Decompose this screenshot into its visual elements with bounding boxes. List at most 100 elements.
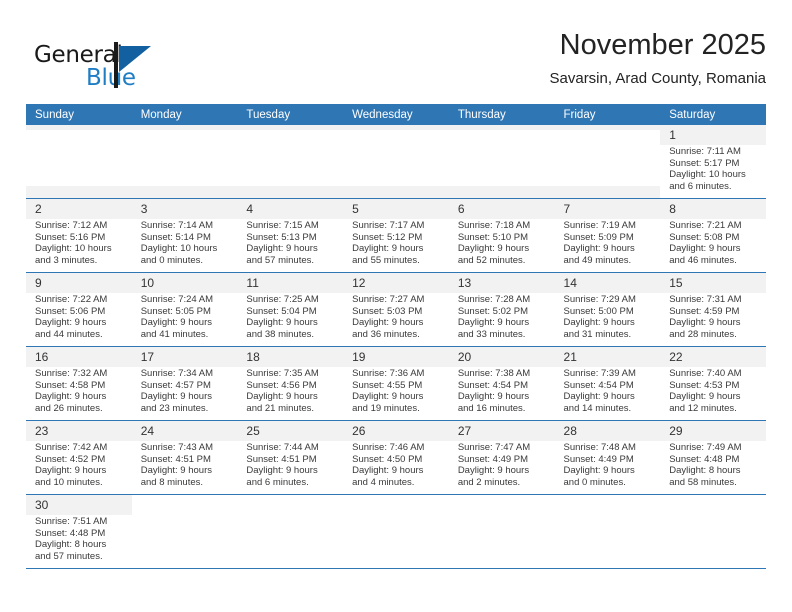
day-detail-line: Sunrise: 7:44 AM — [246, 442, 319, 453]
day-detail-line: Sunrise: 7:42 AM — [35, 442, 108, 453]
calendar-day-cell[interactable]: 22 Sunrise: 7:40 AM Sunset: 4:53 PM Dayligh… — [660, 346, 766, 423]
day-detail-line: Sunrise: 7:19 AM — [563, 220, 636, 231]
day-cell-inner — [554, 125, 661, 198]
day-detail-line: and 26 minutes. — [35, 402, 103, 414]
day-detail-line: Daylight: 9 hours — [352, 243, 424, 255]
day-detail-line: and 2 minutes. — [457, 476, 521, 488]
day-detail-line: Sunset: 4:51 PM — [246, 453, 317, 465]
day-detail-line: and 10 minutes. — [35, 476, 103, 488]
calendar-week-row: 9 Sunrise: 7:22 AM Sunset: 5:06 PM Daylight… — [26, 272, 766, 349]
title-block: November 2025 Savarsin, Arad County, Rom… — [550, 28, 767, 91]
calendar-day-cell[interactable]: 17 Sunrise: 7:34 AM Sunset: 4:57 PM Dayligh… — [131, 346, 238, 423]
day-detail-line: Sunrise: 7:14 AM — [140, 220, 214, 231]
calendar-day-cell[interactable]: 23 Sunrise: 7:42 AM Sunset: 4:52 PM Dayligh… — [26, 420, 132, 497]
day-cell-inner: 18 Sunrise: 7:35 AM Sunset: 4:56 PM Dayligh… — [237, 347, 344, 423]
day-details: Sunrise: 7:34 AM Sunset: 4:57 PM Daylight:… — [131, 367, 238, 423]
day-detail-line: and 57 minutes. — [246, 254, 315, 266]
day-detail-line: Sunset: 4:58 PM — [35, 379, 106, 391]
calendar-day-cell[interactable]: 6 Sunrise: 7:18 AM Sunset: 5:10 PM Daylight… — [448, 198, 555, 275]
calendar-day-cell[interactable]: 18 Sunrise: 7:35 AM Sunset: 4:56 PM Dayligh… — [237, 346, 344, 423]
day-details: Sunrise: 7:25 AM Sunset: 5:04 PM Daylight:… — [237, 293, 344, 349]
day-details — [554, 500, 661, 556]
calendar-day-cell[interactable]: 26 Sunrise: 7:46 AM Sunset: 4:50 PM Dayligh… — [343, 420, 449, 497]
day-detail-line: Sunrise: 7:18 AM — [457, 220, 531, 231]
day-detail-line: Sunrise: 7:15 AM — [246, 220, 319, 231]
day-number: 11 — [246, 276, 259, 290]
day-detail-line: and 6 minutes. — [669, 180, 732, 192]
calendar-empty-cell — [343, 494, 449, 569]
calendar-day-cell[interactable]: 9 Sunrise: 7:22 AM Sunset: 5:06 PM Daylight… — [26, 272, 132, 349]
day-cell-inner: 15 Sunrise: 7:31 AM Sunset: 4:59 PM Dayligh… — [660, 273, 766, 349]
calendar-day-cell[interactable]: 28 Sunrise: 7:48 AM Sunset: 4:49 PM Dayligh… — [554, 420, 661, 497]
day-number: 18 — [246, 350, 260, 364]
day-detail-line: Sunrise: 7:12 AM — [35, 220, 108, 231]
day-detail-line: Sunrise: 7:39 AM — [563, 368, 636, 379]
calendar-day-cell[interactable]: 7 Sunrise: 7:19 AM Sunset: 5:09 PM Daylight… — [554, 198, 661, 275]
calendar-day-cell[interactable]: 21 Sunrise: 7:39 AM Sunset: 4:54 PM Dayligh… — [554, 346, 661, 423]
day-details: Sunrise: 7:49 AM Sunset: 4:48 PM Daylight:… — [660, 441, 766, 497]
day-detail-line: Sunrise: 7:35 AM — [246, 368, 319, 379]
calendar-day-cell[interactable]: 10 Sunrise: 7:24 AM Sunset: 5:05 PM Dayligh… — [131, 272, 238, 349]
calendar-day-cell[interactable]: 30 Sunrise: 7:51 AM Sunset: 4:48 PM Dayligh… — [26, 494, 132, 571]
calendar-day-cell[interactable]: 29 Sunrise: 7:49 AM Sunset: 4:48 PM Dayligh… — [660, 420, 766, 497]
calendar-day-cell[interactable]: 24 Sunrise: 7:43 AM Sunset: 4:51 PM Dayligh… — [131, 420, 238, 497]
day-detail-line: and 52 minutes. — [457, 254, 526, 266]
day-detail-line: Daylight: 9 hours — [457, 465, 530, 477]
day-detail-line: Daylight: 9 hours — [352, 391, 424, 403]
day-number: 26 — [352, 424, 366, 438]
day-detail-line: and 55 minutes. — [352, 254, 420, 266]
calendar-day-cell[interactable]: 16 Sunrise: 7:32 AM Sunset: 4:58 PM Dayligh… — [26, 346, 132, 423]
calendar-day-cell[interactable]: 8 Sunrise: 7:21 AM Sunset: 5:08 PM Daylight… — [660, 198, 766, 275]
day-detail-line: Sunset: 4:53 PM — [669, 379, 740, 391]
day-cell-inner — [26, 125, 132, 198]
calendar-day-cell[interactable]: 12 Sunrise: 7:27 AM Sunset: 5:03 PM Dayligh… — [343, 272, 449, 349]
day-details: Sunrise: 7:51 AM Sunset: 4:48 PM Daylight:… — [26, 515, 132, 571]
day-detail-line: Daylight: 9 hours — [246, 317, 318, 329]
calendar-day-cell[interactable]: 11 Sunrise: 7:25 AM Sunset: 5:04 PM Dayligh… — [237, 272, 344, 349]
day-details: Sunrise: 7:39 AM Sunset: 4:54 PM Daylight:… — [554, 367, 661, 423]
day-cell-inner: 14 Sunrise: 7:29 AM Sunset: 5:00 PM Dayligh… — [554, 273, 661, 349]
day-detail-line: Sunset: 5:06 PM — [35, 305, 106, 317]
calendar-day-cell[interactable]: 15 Sunrise: 7:31 AM Sunset: 4:59 PM Dayligh… — [660, 272, 766, 349]
day-detail-line: Sunset: 5:14 PM — [140, 231, 211, 243]
calendar-day-cell[interactable]: 19 Sunrise: 7:36 AM Sunset: 4:55 PM Dayligh… — [343, 346, 449, 423]
day-number: 14 — [563, 276, 577, 290]
day-cell-inner — [237, 125, 344, 198]
day-detail-line: Sunrise: 7:46 AM — [352, 442, 425, 453]
day-detail-line: Daylight: 9 hours — [246, 465, 318, 477]
calendar-day-cell[interactable]: 14 Sunrise: 7:29 AM Sunset: 5:00 PM Dayligh… — [554, 272, 661, 349]
day-detail-line: and 49 minutes. — [563, 254, 632, 266]
calendar-week-row: 16 Sunrise: 7:32 AM Sunset: 4:58 PM Dayligh… — [26, 346, 766, 423]
generalblue-logo[interactable]: General Blue — [26, 32, 216, 92]
day-detail-line: Sunrise: 7:51 AM — [35, 516, 108, 527]
calendar-day-cell[interactable]: 20 Sunrise: 7:38 AM Sunset: 4:54 PM Dayligh… — [448, 346, 555, 423]
day-details: Sunrise: 7:48 AM Sunset: 4:49 PM Daylight:… — [554, 441, 661, 497]
day-detail-line: Daylight: 9 hours — [563, 317, 635, 329]
day-cell-inner: 27 Sunrise: 7:47 AM Sunset: 4:49 PM Dayligh… — [448, 421, 555, 497]
calendar-day-cell[interactable]: 2 Sunrise: 7:12 AM Sunset: 5:16 PM Daylight… — [26, 198, 132, 275]
calendar-day-cell[interactable]: 25 Sunrise: 7:44 AM Sunset: 4:51 PM Dayligh… — [237, 420, 344, 497]
calendar-empty-cell — [343, 125, 449, 199]
calendar-day-cell[interactable]: 4 Sunrise: 7:15 AM Sunset: 5:13 PM Daylight… — [237, 198, 344, 275]
calendar-week-row: 23 Sunrise: 7:42 AM Sunset: 4:52 PM Dayligh… — [26, 420, 766, 497]
day-number: 13 — [457, 276, 472, 290]
calendar-empty-cell — [237, 494, 344, 569]
day-details: Sunrise: 7:17 AM Sunset: 5:12 PM Daylight:… — [343, 219, 449, 275]
calendar-day-cell[interactable]: 5 Sunrise: 7:17 AM Sunset: 5:12 PM Daylight… — [343, 198, 449, 275]
day-details — [554, 130, 661, 186]
day-details — [448, 500, 555, 556]
calendar-day-cell[interactable]: 3 Sunrise: 7:14 AM Sunset: 5:14 PM Daylight… — [131, 198, 238, 275]
day-number: 27 — [457, 424, 472, 438]
day-number: 9 — [35, 276, 42, 290]
day-number: 6 — [457, 202, 465, 216]
day-detail-line: and 41 minutes. — [140, 328, 209, 340]
day-detail-line: Daylight: 9 hours — [669, 243, 741, 255]
day-details: Sunrise: 7:27 AM Sunset: 5:03 PM Daylight:… — [343, 293, 449, 349]
calendar-empty-cell — [237, 125, 344, 199]
calendar-day-cell[interactable]: 1 Sunrise: 7:11 AM Sunset: 5:17 PM Daylight… — [660, 125, 766, 201]
calendar-day-cell[interactable]: 27 Sunrise: 7:47 AM Sunset: 4:49 PM Dayligh… — [448, 420, 555, 497]
day-cell-inner — [131, 125, 238, 198]
day-number: 5 — [352, 202, 359, 216]
calendar-day-cell[interactable]: 13 Sunrise: 7:28 AM Sunset: 5:02 PM Dayligh… — [448, 272, 555, 349]
weekday-header-sunday: Sunday — [26, 104, 132, 125]
